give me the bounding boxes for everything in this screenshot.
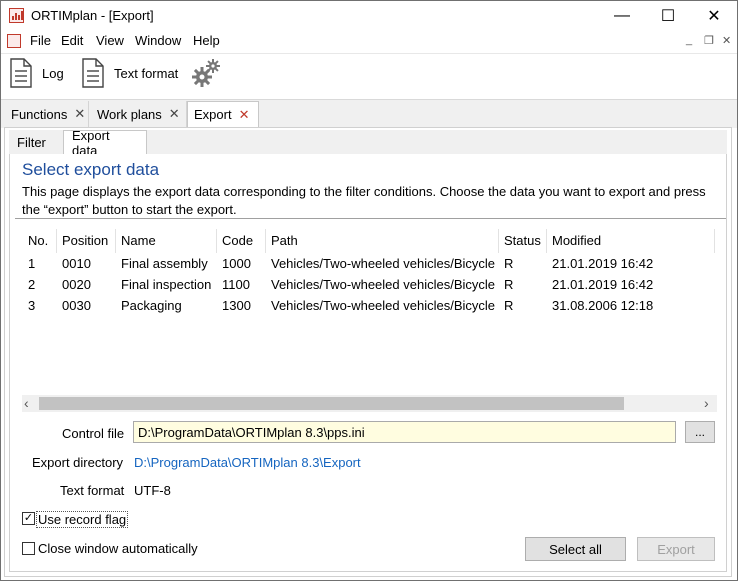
tab-work-plans-label: Work plans [97, 106, 162, 122]
text-format-document-icon[interactable] [81, 58, 105, 88]
mdi-minimize-button[interactable]: _ [686, 34, 692, 46]
cell-name: Final assembly [121, 256, 208, 271]
close-tab-icon[interactable]: ✕ [74, 106, 85, 122]
close-tab-icon[interactable]: ✕ [169, 106, 180, 122]
tab-export-label: Export [194, 107, 232, 122]
scrollbar-thumb[interactable] [39, 397, 624, 410]
tab-functions-label: Functions [11, 106, 68, 122]
text-format-label: Text format [60, 483, 125, 498]
divider [15, 218, 726, 219]
browse-button[interactable]: ... [685, 421, 715, 443]
tab-functions[interactable]: Functions ✕ [5, 101, 89, 127]
scroll-right-icon[interactable]: › [704, 395, 709, 411]
cell-name: Final inspection [121, 277, 212, 292]
cell-no: 2 [28, 277, 36, 292]
cell-status: R [504, 277, 514, 292]
menu-window[interactable]: Window [135, 33, 181, 48]
cell-code: 1300 [222, 298, 251, 313]
app-chart-icon [9, 8, 24, 23]
use-record-flag-label[interactable]: Use record flag [36, 511, 129, 528]
section-description: This page displays the export data corre… [22, 184, 706, 217]
export-button[interactable]: Export [637, 537, 715, 561]
column-header-code[interactable]: Code [222, 233, 253, 251]
cell-path: Vehicles/Two-wheeled vehicles/Bicycle [271, 256, 495, 271]
app-window: ORTIMplan - [Export] — ☐ ✕ File Edit Vie… [0, 0, 738, 581]
close-window-checkbox[interactable] [22, 542, 35, 555]
toolbar [1, 53, 737, 100]
log-document-icon[interactable] [9, 58, 33, 88]
cell-path: Vehicles/Two-wheeled vehicles/Bicycle [271, 298, 495, 313]
table-row[interactable]: 3 0030 Packaging 1300 Vehicles/Two-wheel… [22, 295, 717, 315]
text-format-value: UTF-8 [134, 483, 171, 498]
cell-modified: 21.01.2019 16:42 [552, 277, 654, 292]
cell-modified: 21.01.2019 16:42 [552, 256, 654, 271]
cell-position: 0030 [62, 298, 91, 313]
tab-filter[interactable]: Filter [9, 131, 63, 154]
menu-help[interactable]: Help [193, 33, 220, 48]
tab-work-plans[interactable]: Work plans ✕ [91, 101, 187, 127]
cell-no: 1 [28, 256, 36, 271]
tab-export-data[interactable]: Export data [63, 128, 147, 158]
mdi-restore-button[interactable]: ❐ [704, 34, 714, 47]
table-row[interactable]: 2 0020 Final inspection 1100 Vehicles/Tw… [22, 274, 717, 294]
cell-status: R [504, 298, 514, 313]
menu-edit[interactable]: Edit [61, 33, 83, 48]
cell-position: 0010 [62, 256, 91, 271]
section-title: Select export data [22, 160, 160, 179]
column-divider[interactable] [115, 229, 116, 253]
close-window-button[interactable]: ✕ [691, 1, 737, 31]
close-tab-icon[interactable]: ✕ [239, 107, 250, 123]
cell-code: 1000 [222, 256, 251, 271]
cell-no: 3 [28, 298, 36, 313]
table-row[interactable]: 1 0010 Final assembly 1000 Vehicles/Two-… [22, 253, 717, 273]
column-divider[interactable] [265, 229, 266, 253]
menu-file[interactable]: File [30, 33, 51, 48]
column-header-position[interactable]: Position [62, 233, 108, 251]
cell-position: 0020 [62, 277, 91, 292]
scroll-left-icon[interactable]: ‹ [24, 395, 29, 411]
column-divider[interactable] [546, 229, 547, 253]
cell-path: Vehicles/Two-wheeled vehicles/Bicycle [271, 277, 495, 292]
select-all-button[interactable]: Select all [525, 537, 626, 561]
cell-status: R [504, 256, 514, 271]
column-divider[interactable] [56, 229, 57, 253]
cell-code: 1100 [222, 277, 250, 292]
cell-modified: 31.08.2006 12:18 [552, 298, 654, 313]
close-window-label[interactable]: Close window automatically [38, 541, 198, 556]
column-divider[interactable] [498, 229, 499, 253]
gears-icon[interactable] [191, 58, 221, 88]
maximize-button[interactable]: ☐ [645, 1, 691, 31]
column-header-status[interactable]: Status [504, 233, 541, 251]
export-directory-label: Export directory [32, 455, 124, 470]
control-file-label: Control file [62, 426, 125, 441]
column-header-name[interactable]: Name [121, 233, 156, 251]
tab-export[interactable]: Export ✕ [187, 101, 259, 127]
export-directory-link[interactable]: D:\ProgramData\ORTIMplan 8.3\Export [134, 455, 361, 470]
use-record-flag-checkbox[interactable]: ✓ [22, 512, 35, 525]
column-header-modified[interactable]: Modified [552, 233, 601, 251]
mdi-close-button[interactable]: ✕ [722, 34, 731, 47]
window-title: ORTIMplan - [Export] [31, 8, 154, 23]
title-bar: ORTIMplan - [Export] — ☐ ✕ [1, 1, 737, 31]
column-divider[interactable] [714, 229, 715, 253]
cell-name: Packaging [121, 298, 182, 313]
column-divider[interactable] [216, 229, 217, 253]
menu-view[interactable]: View [96, 33, 124, 48]
log-button-label[interactable]: Log [42, 66, 64, 81]
minimize-button[interactable]: — [599, 1, 645, 31]
document-menu-icon[interactable] [7, 34, 21, 48]
column-header-path[interactable]: Path [271, 233, 298, 251]
column-header-no[interactable]: No. [28, 233, 48, 251]
text-format-button-label[interactable]: Text format [114, 66, 178, 81]
control-file-input[interactable]: D:\ProgramData\ORTIMplan 8.3\pps.ini [133, 421, 676, 443]
